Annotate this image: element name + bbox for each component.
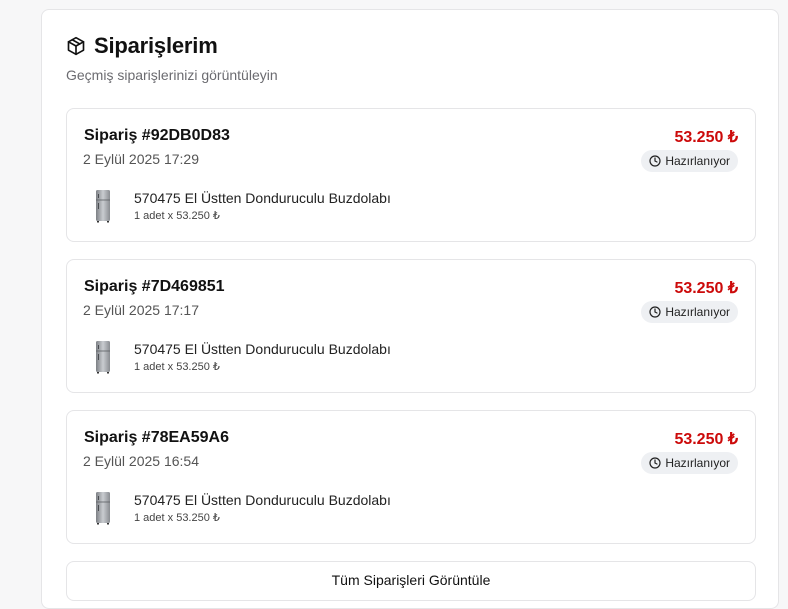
page-header: Siparişlerim Geçmiş siparişlerinizi görü… <box>66 33 278 83</box>
order-id: Sipariş #7D469851 <box>84 278 225 295</box>
refrigerator-thumbnail <box>93 491 113 525</box>
order-card[interactable]: Sipariş #78EA59A6 2 Eylül 2025 16:54 53.… <box>66 410 756 544</box>
orders-list: Sipariş #92DB0D83 2 Eylül 2025 17:29 53.… <box>66 108 756 601</box>
status-badge: Hazırlanıyor <box>641 452 738 474</box>
clock-icon <box>649 457 661 469</box>
status-badge: Hazırlanıyor <box>641 150 738 172</box>
page-title: Siparişlerim <box>94 33 218 58</box>
refrigerator-thumbnail <box>93 189 113 223</box>
clock-icon <box>649 155 661 167</box>
order-id: Sipariş #92DB0D83 <box>84 127 230 144</box>
status-label: Hazırlanıyor <box>665 305 730 319</box>
item-quantity: 1 adet x 53.250 ₺ <box>134 361 220 373</box>
order-total: 53.250 ₺ <box>674 431 738 448</box>
status-label: Hazırlanıyor <box>665 456 730 470</box>
order-item: 570475 El Üstten Donduruculu Buzdolabı 1… <box>93 491 391 525</box>
status-badge: Hazırlanıyor <box>641 301 738 323</box>
item-info: 570475 El Üstten Donduruculu Buzdolabı 1… <box>134 190 391 222</box>
order-date: 2 Eylül 2025 16:54 <box>83 453 199 469</box>
order-total: 53.250 ₺ <box>674 129 738 146</box>
package-icon <box>66 36 86 56</box>
title-row: Siparişlerim <box>66 33 278 59</box>
item-quantity: 1 adet x 53.250 ₺ <box>134 512 220 524</box>
item-name: 570475 El Üstten Donduruculu Buzdolabı <box>134 341 391 357</box>
order-date: 2 Eylül 2025 17:29 <box>83 151 199 167</box>
clock-icon <box>649 306 661 318</box>
order-date: 2 Eylül 2025 17:17 <box>83 302 199 318</box>
order-item: 570475 El Üstten Donduruculu Buzdolabı 1… <box>93 189 391 223</box>
order-card[interactable]: Sipariş #7D469851 2 Eylül 2025 17:17 53.… <box>66 259 756 393</box>
refrigerator-thumbnail <box>93 340 113 374</box>
order-card[interactable]: Sipariş #92DB0D83 2 Eylül 2025 17:29 53.… <box>66 108 756 242</box>
view-all-orders-button[interactable]: Tüm Siparişleri Görüntüle <box>66 561 756 601</box>
orders-panel: Siparişlerim Geçmiş siparişlerinizi görü… <box>41 9 779 609</box>
order-item: 570475 El Üstten Donduruculu Buzdolabı 1… <box>93 340 391 374</box>
page-subtitle: Geçmiş siparişlerinizi görüntüleyin <box>66 67 278 83</box>
status-label: Hazırlanıyor <box>665 154 730 168</box>
item-name: 570475 El Üstten Donduruculu Buzdolabı <box>134 492 391 508</box>
item-info: 570475 El Üstten Donduruculu Buzdolabı 1… <box>134 492 391 524</box>
order-id: Sipariş #78EA59A6 <box>84 429 229 446</box>
order-total: 53.250 ₺ <box>674 280 738 297</box>
item-info: 570475 El Üstten Donduruculu Buzdolabı 1… <box>134 341 391 373</box>
item-name: 570475 El Üstten Donduruculu Buzdolabı <box>134 190 391 206</box>
item-quantity: 1 adet x 53.250 ₺ <box>134 210 220 222</box>
